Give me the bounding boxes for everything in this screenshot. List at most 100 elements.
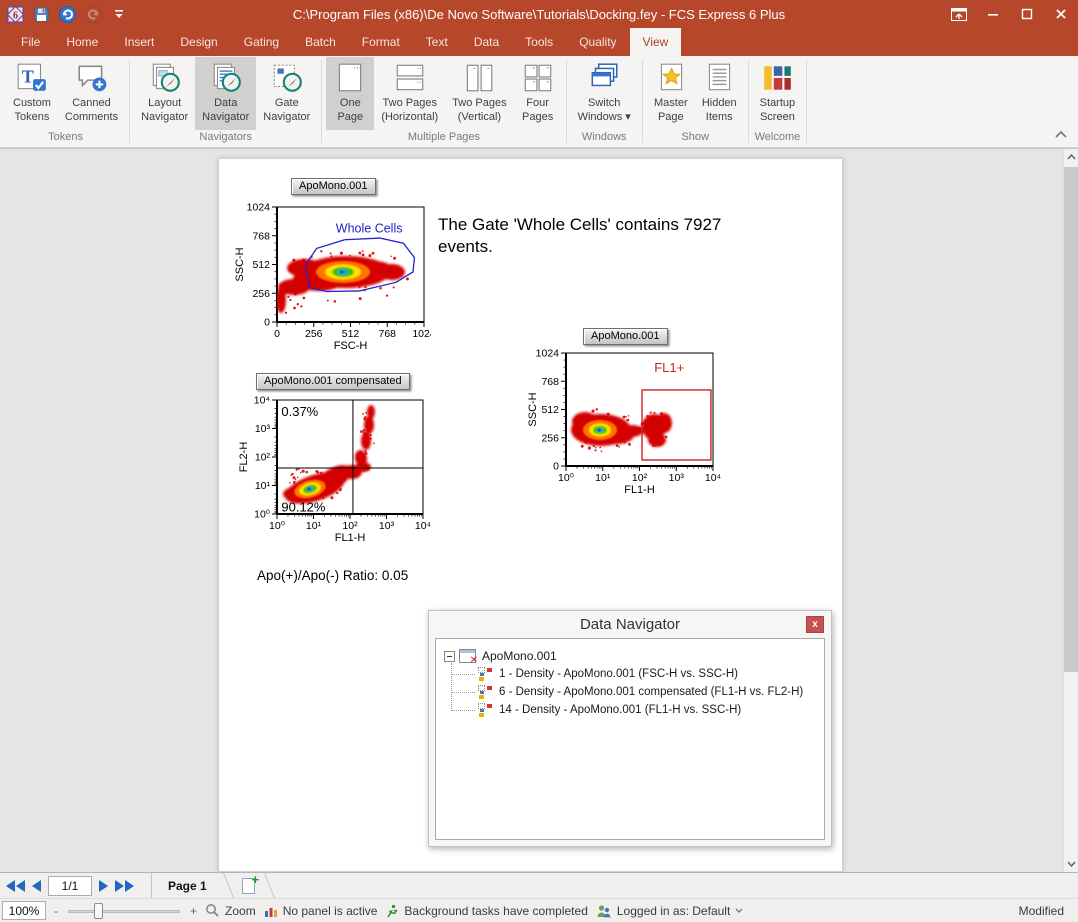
- gate-info-text[interactable]: The Gate 'Whole Cells' contains 7927 eve…: [438, 214, 723, 258]
- data-navigator-title[interactable]: Data Navigator: [429, 611, 831, 638]
- ribbon-group-multiple-pages: OnePageTwo Pages(Horizontal)Two Pages(Ve…: [322, 56, 565, 147]
- one-page-button[interactable]: OnePage: [326, 57, 374, 130]
- tree-item-3[interactable]: 14 - Density - ApoMono.001 (FL1-H vs. SS…: [478, 701, 741, 719]
- panel-bars-icon: [264, 904, 278, 918]
- page-indicator[interactable]: 1/1: [48, 876, 92, 896]
- save-icon[interactable]: [32, 5, 50, 23]
- tab-format[interactable]: Format: [349, 28, 413, 56]
- zoom-slider[interactable]: [68, 902, 180, 920]
- gate-label: FL1+: [654, 360, 684, 375]
- tab-design[interactable]: Design: [167, 28, 230, 56]
- scrollbar-thumb[interactable]: [1064, 167, 1078, 672]
- first-page-button[interactable]: [6, 880, 25, 892]
- app-icon[interactable]: 6: [6, 5, 24, 23]
- zoom-in-button[interactable]: +: [190, 904, 197, 918]
- two-pages-h-icon: [393, 61, 427, 95]
- svg-text:T: T: [22, 66, 34, 86]
- tab-tools[interactable]: Tools: [512, 28, 566, 56]
- tree-item-2[interactable]: 6 - Density - ApoMono.001 compensated (F…: [478, 683, 803, 701]
- add-page-icon: [242, 878, 255, 894]
- scroll-up-icon[interactable]: [1064, 149, 1078, 165]
- collapse-ribbon-icon[interactable]: [1054, 129, 1068, 139]
- two-pages-v-button[interactable]: Two Pages(Vertical): [445, 57, 513, 130]
- x-tick-label: 10¹: [306, 520, 322, 532]
- ribbon-tabs: FileHomeInsertDesignGatingBatchFormatTex…: [0, 28, 1078, 56]
- tab-view[interactable]: View: [630, 28, 682, 56]
- one-page-icon: [333, 61, 367, 95]
- close-panel-button[interactable]: x: [806, 616, 824, 633]
- two-pages-h-button[interactable]: Two Pages(Horizontal): [374, 57, 445, 130]
- minimize-button[interactable]: [976, 0, 1010, 28]
- tree-connector: [451, 710, 475, 711]
- tab-home[interactable]: Home: [53, 28, 111, 56]
- switch-windows-button[interactable]: SwitchWindows ▾: [571, 57, 638, 130]
- tab-file[interactable]: File: [8, 28, 53, 56]
- zoom-slider-thumb[interactable]: [94, 903, 103, 919]
- tab-divider: [223, 873, 234, 898]
- login-status[interactable]: Logged in as: Default: [596, 904, 743, 918]
- zoom-out-button[interactable]: -: [54, 904, 58, 918]
- data-navigator-panel[interactable]: Data Navigator x ✕ ApoMono.001 1 - Densi…: [428, 610, 832, 847]
- tab-data[interactable]: Data: [461, 28, 512, 56]
- ribbon-group-show: MasterPageHiddenItemsShow: [643, 56, 748, 147]
- page-navigation-bar: 1/1 Page 1: [0, 872, 1078, 898]
- custom-tokens-button[interactable]: TCustomTokens: [6, 57, 58, 130]
- four-pages-button[interactable]: FourPages: [514, 57, 562, 130]
- users-icon: [596, 904, 612, 918]
- scroll-down-icon[interactable]: [1064, 856, 1078, 872]
- undo-icon[interactable]: [58, 5, 76, 23]
- density-plot-fl1-fl2-compensated[interactable]: ApoMono.001 compensated10⁰10⁴10¹10³10²10…: [239, 370, 439, 562]
- tab-gating[interactable]: Gating: [231, 28, 292, 56]
- data-navigator-icon: [209, 61, 243, 95]
- tree-root-row[interactable]: ✕ ApoMono.001: [444, 647, 557, 665]
- add-page-button[interactable]: [236, 878, 262, 894]
- tab-insert[interactable]: Insert: [111, 28, 167, 56]
- x-tick-label: 10⁴: [705, 472, 721, 484]
- y-tick-label: 1024: [247, 202, 271, 214]
- y-axis-label: SSC-H: [527, 392, 539, 426]
- tab-quality[interactable]: Quality: [566, 28, 629, 56]
- zoom-value[interactable]: 100%: [2, 901, 46, 920]
- layout-canvas: ApoMono.0010102425676851251276825610240F…: [0, 148, 1078, 872]
- layout-page[interactable]: ApoMono.0010102425676851251276825610240F…: [218, 158, 843, 872]
- gate-navigator-button[interactable]: GateNavigator: [256, 57, 317, 130]
- density-plot-fl1-ssc[interactable]: ApoMono.00110⁰102410¹76810²51210³25610⁴0…: [526, 327, 726, 517]
- tab-batch[interactable]: Batch: [292, 28, 349, 56]
- y-tick-label: 10⁴: [254, 395, 270, 407]
- plot-title[interactable]: ApoMono.001 compensated: [256, 373, 410, 390]
- next-page-button[interactable]: [99, 880, 108, 892]
- page-tab[interactable]: Page 1: [151, 873, 221, 898]
- qat-customize-icon[interactable]: [110, 5, 128, 23]
- last-page-button[interactable]: [115, 880, 134, 892]
- x-tick-label: 0: [274, 328, 280, 340]
- plot-title[interactable]: ApoMono.001: [583, 328, 668, 345]
- x-tick-label: 10³: [379, 520, 395, 532]
- ribbon-button-label: HiddenItems: [702, 97, 737, 125]
- ratio-text[interactable]: Apo(+)/Apo(-) Ratio: 0.05: [257, 568, 408, 583]
- previous-page-button[interactable]: [32, 880, 41, 892]
- background-tasks-status: Background tasks have completed: [385, 904, 587, 918]
- tree-item-label: 1 - Density - ApoMono.001 (FSC-H vs. SSC…: [499, 668, 738, 680]
- zoom-tool[interactable]: Zoom: [205, 903, 256, 918]
- master-page-button[interactable]: MasterPage: [647, 57, 695, 130]
- tree-item-1[interactable]: 1 - Density - ApoMono.001 (FSC-H vs. SSC…: [478, 665, 738, 683]
- tab-text[interactable]: Text: [413, 28, 461, 56]
- tree-connector: [451, 663, 452, 711]
- layout-navigator-icon: [148, 61, 182, 95]
- data-navigator-tree: ✕ ApoMono.001 1 - Density - ApoMono.001 …: [435, 638, 825, 840]
- close-button[interactable]: [1044, 0, 1078, 28]
- collapse-expander-icon[interactable]: [444, 651, 455, 662]
- ribbon-button-label: Two Pages(Vertical): [452, 97, 506, 125]
- maximize-button[interactable]: [1010, 0, 1044, 28]
- plot-title[interactable]: ApoMono.001: [291, 178, 376, 195]
- canned-comments-button[interactable]: CannedComments: [58, 57, 125, 130]
- hidden-items-button[interactable]: HiddenItems: [695, 57, 744, 130]
- ribbon-display-options-icon[interactable]: [942, 0, 976, 28]
- vertical-scrollbar[interactable]: [1063, 149, 1078, 872]
- y-tick-label: 1024: [536, 348, 560, 360]
- data-navigator-button[interactable]: DataNavigator: [195, 57, 256, 130]
- startup-screen-button[interactable]: StartupScreen: [753, 57, 802, 130]
- y-tick-label: 512: [252, 259, 270, 271]
- density-plot-fsc-ssc[interactable]: ApoMono.0010102425676851251276825610240F…: [231, 172, 431, 367]
- layout-navigator-button[interactable]: LayoutNavigator: [134, 57, 195, 130]
